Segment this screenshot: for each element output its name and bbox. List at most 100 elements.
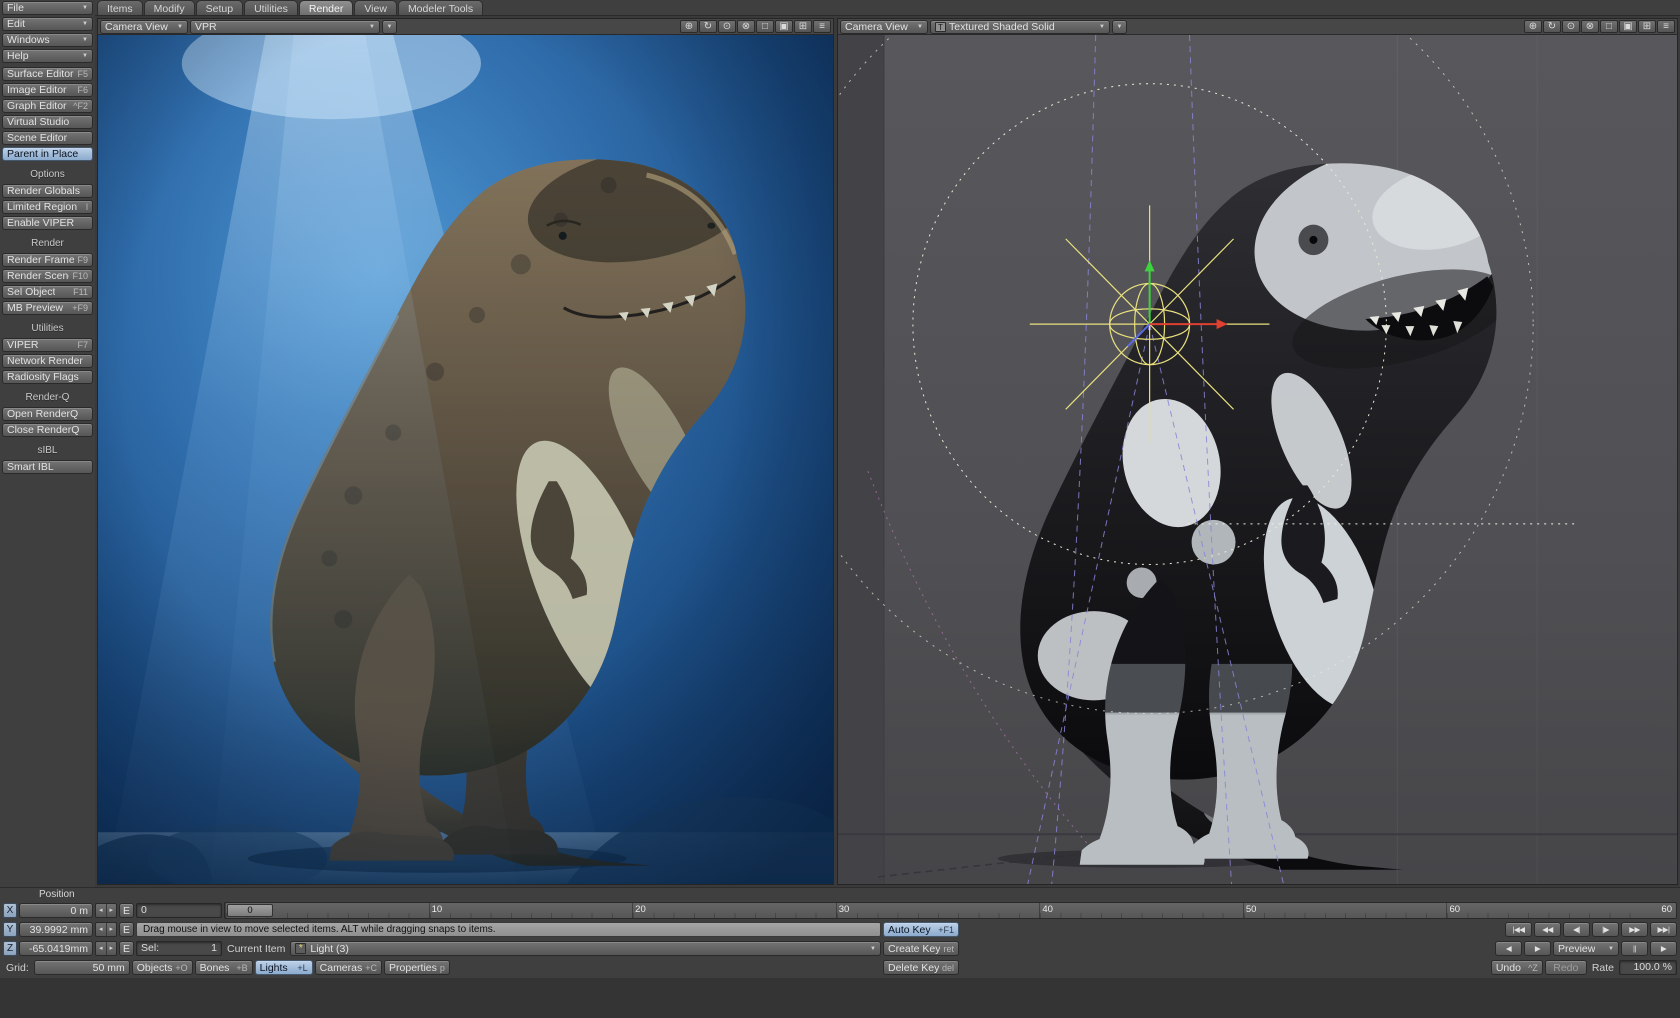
step-back-button[interactable]: ◀| xyxy=(1563,922,1590,937)
sidebar-button[interactable]: Virtual Studio xyxy=(2,115,93,129)
stepper-right-icon[interactable]: ▸ xyxy=(107,923,117,936)
viewport-options-button[interactable]: ▼ xyxy=(382,20,397,34)
timeline-ruler[interactable]: 0 10 20 30 40 50 60 60 0 xyxy=(224,902,1677,919)
z-value-field[interactable]: -65.0419mm xyxy=(19,941,93,956)
sidebar-button[interactable]: Render Globals xyxy=(2,184,93,198)
region-icon[interactable]: □ xyxy=(1600,20,1618,33)
tab[interactable]: View xyxy=(354,0,397,15)
render-mode-dropdown[interactable]: T Textured Shaded Solid ▼ xyxy=(930,20,1110,34)
sidebar-button[interactable]: Scene Editor xyxy=(2,131,93,145)
view-type-dropdown[interactable]: Camera View ▼ xyxy=(840,20,928,34)
tab[interactable]: Setup xyxy=(196,0,243,15)
play-forward-button[interactable]: ▶ xyxy=(1524,941,1551,956)
viewport-shaded: Camera View ▼ T Textured Shaded Solid ▼ … xyxy=(837,18,1678,885)
zoom-icon[interactable]: ⊙ xyxy=(718,20,736,33)
stepper-left-icon[interactable]: ◂ xyxy=(96,942,107,955)
magnify-icon[interactable]: ⊗ xyxy=(737,20,755,33)
stepper-left-icon[interactable]: ◂ xyxy=(96,923,107,936)
tab[interactable]: Items xyxy=(97,0,143,15)
item-type-button[interactable]: Cameras +C xyxy=(315,960,382,975)
undo-button[interactable]: Undo ^Z xyxy=(1491,960,1543,975)
sidebar-button[interactable]: Render Scene F10 xyxy=(2,269,93,283)
zoom-icon[interactable]: ⊙ xyxy=(1562,20,1580,33)
sidebar-button[interactable]: Smart IBL xyxy=(2,460,93,474)
item-type-button[interactable]: Bones +B xyxy=(195,960,253,975)
sidebar-button[interactable]: Limited Region l xyxy=(2,200,93,214)
sidebar-button[interactable]: Image Editor F6 xyxy=(2,83,93,97)
x-envelope-button[interactable]: E xyxy=(119,903,134,918)
viewport-options-button[interactable]: ▼ xyxy=(1112,20,1127,34)
menu-button[interactable]: Edit ▼ xyxy=(2,17,93,31)
z-envelope-button[interactable]: E xyxy=(119,941,134,956)
create-key-button[interactable]: Create Key ret xyxy=(883,941,959,956)
x-stepper[interactable]: ◂ ▸ xyxy=(95,903,117,918)
stepper-left-icon[interactable]: ◂ xyxy=(96,904,107,917)
view-type-dropdown[interactable]: Camera View ▼ xyxy=(100,20,188,34)
sidebar-button[interactable]: Radiosity Flags xyxy=(2,370,93,384)
item-type-button[interactable]: Objects +O xyxy=(132,960,193,975)
sidebar-button[interactable]: Enable VIPER xyxy=(2,216,93,230)
magnify-icon[interactable]: ⊗ xyxy=(1581,20,1599,33)
y-envelope-button[interactable]: E xyxy=(119,922,134,937)
sidebar-button[interactable]: Close RenderQ xyxy=(2,423,93,437)
tab[interactable]: Render xyxy=(299,0,353,15)
region-icon[interactable]: □ xyxy=(756,20,774,33)
grid-size-field[interactable]: 50 mm xyxy=(34,960,130,975)
stepper-right-icon[interactable]: ▸ xyxy=(107,904,117,917)
x-axis-button[interactable]: X xyxy=(3,903,17,918)
tab[interactable]: Modify xyxy=(144,0,195,15)
auto-key-button[interactable]: Auto Key +F1 xyxy=(883,922,959,937)
sidebar-button[interactable]: MB Preview +F9 xyxy=(2,301,93,315)
sidebar-button[interactable]: Parent in Place xyxy=(2,147,93,161)
chevron-down-icon: ▼ xyxy=(79,21,88,27)
sidebar-button[interactable]: Graph Editor ^F2 xyxy=(2,99,93,113)
x-value-field[interactable]: 0 m xyxy=(19,903,93,918)
preview-dropdown[interactable]: Preview ▼ xyxy=(1553,941,1619,956)
y-value-field[interactable]: 39.9992 mm xyxy=(19,922,93,937)
stepper-right-icon[interactable]: ▸ xyxy=(107,942,117,955)
rotate-icon[interactable]: ↻ xyxy=(1543,20,1561,33)
delete-key-button[interactable]: Delete Key del xyxy=(883,960,959,975)
menu-button[interactable]: File ▼ xyxy=(2,1,93,15)
sidebar-button[interactable]: Network Render xyxy=(2,354,93,368)
item-type-button[interactable]: Lights +L xyxy=(255,960,313,975)
step-forward-button[interactable]: |▶ xyxy=(1592,922,1619,937)
redo-button[interactable]: Redo xyxy=(1545,960,1587,975)
tab[interactable]: Utilities xyxy=(244,0,298,15)
sidebar-button[interactable]: Render Frame F9 xyxy=(2,253,93,267)
sidebar-button[interactable]: Sel Object F11 xyxy=(2,285,93,299)
y-stepper[interactable]: ◂ ▸ xyxy=(95,922,117,937)
prev-key-button[interactable]: ◀◀ xyxy=(1534,922,1561,937)
viewport-menu-icon[interactable]: ≡ xyxy=(1657,20,1675,33)
vpr-render-scene[interactable] xyxy=(98,35,833,884)
next-key-button[interactable]: ▶▶ xyxy=(1621,922,1648,937)
layout-icon[interactable]: ⊞ xyxy=(794,20,812,33)
menu-button[interactable]: Windows ▼ xyxy=(2,33,93,47)
layout-icon[interactable]: ⊞ xyxy=(1638,20,1656,33)
menu-button[interactable]: Help ▼ xyxy=(2,49,93,63)
pan-icon[interactable]: ⊕ xyxy=(1524,20,1542,33)
render-mode-dropdown[interactable]: VPR ▼ xyxy=(190,20,380,34)
solo-view-icon[interactable]: ▣ xyxy=(1619,20,1637,33)
z-stepper[interactable]: ◂ ▸ xyxy=(95,941,117,956)
sidebar-button[interactable]: VIPER F7 xyxy=(2,338,93,352)
current-frame-input[interactable]: 0 xyxy=(136,903,222,918)
play-button[interactable]: ▶ xyxy=(1650,941,1677,956)
item-type-button[interactable]: Properties p xyxy=(384,960,450,975)
go-start-button[interactable]: |◀◀ xyxy=(1505,922,1532,937)
current-item-dropdown[interactable]: * Light (3) ▼ xyxy=(290,941,881,956)
sidebar-button[interactable]: Open RenderQ xyxy=(2,407,93,421)
solo-view-icon[interactable]: ▣ xyxy=(775,20,793,33)
go-end-button[interactable]: ▶▶| xyxy=(1650,922,1677,937)
y-axis-button[interactable]: Y xyxy=(3,922,17,937)
pause-button[interactable]: || xyxy=(1621,941,1648,956)
rotate-icon[interactable]: ↻ xyxy=(699,20,717,33)
play-reverse-button[interactable]: ◀ xyxy=(1495,941,1522,956)
viewport-menu-icon[interactable]: ≡ xyxy=(813,20,831,33)
pan-icon[interactable]: ⊕ xyxy=(680,20,698,33)
tab[interactable]: Modeler Tools xyxy=(398,0,483,15)
shaded-viewport-scene[interactable] xyxy=(838,35,1677,884)
sidebar-button[interactable]: Surface Editor F5 xyxy=(2,67,93,81)
z-axis-button[interactable]: Z xyxy=(3,941,17,956)
timeline-scrubber[interactable]: 0 xyxy=(227,904,273,917)
